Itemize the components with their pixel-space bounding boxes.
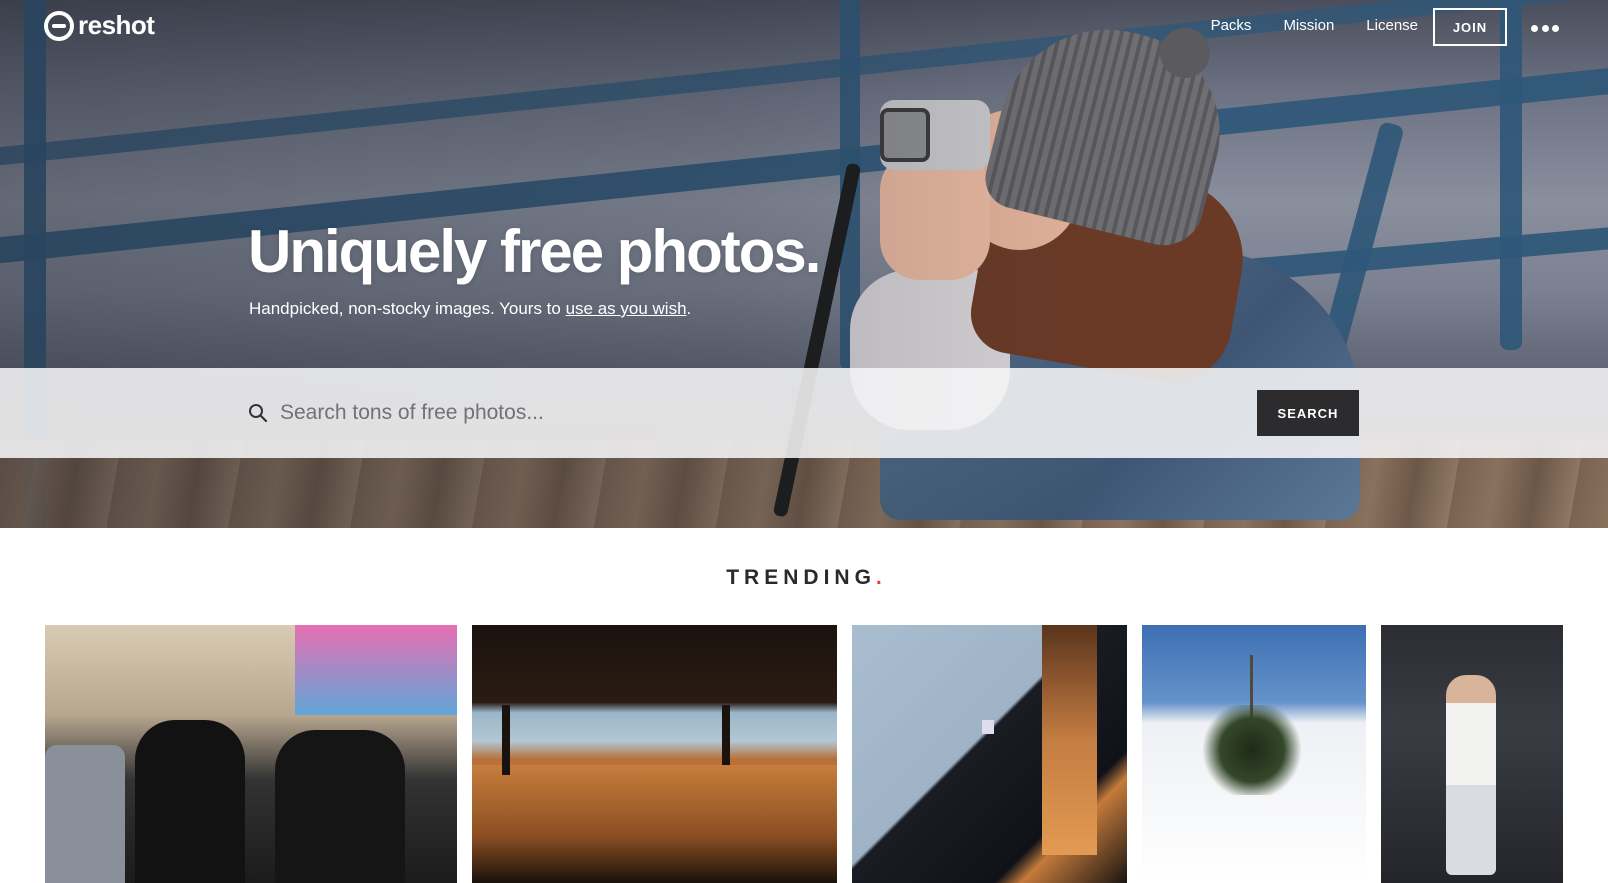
- dot: [1552, 24, 1559, 32]
- nav-link-license[interactable]: License: [1366, 17, 1418, 34]
- search-bar: SEARCH: [0, 368, 1608, 458]
- logo-text: reshot: [78, 10, 155, 40]
- nav-links: Packs Mission License: [1211, 17, 1418, 34]
- top-nav: reshot Packs Mission License JOIN: [0, 0, 1608, 56]
- trending-dot: .: [875, 566, 882, 589]
- photo-detail: [1446, 675, 1496, 875]
- photo-detail: [472, 765, 837, 883]
- search-button[interactable]: SEARCH: [1257, 390, 1359, 436]
- trending-heading: TRENDING.: [0, 566, 1608, 590]
- nav-link-mission[interactable]: Mission: [1283, 17, 1334, 34]
- trending-photo[interactable]: [1381, 625, 1563, 883]
- join-button[interactable]: JOIN: [1433, 8, 1507, 46]
- dot: [1541, 24, 1549, 32]
- search-input[interactable]: [280, 390, 1200, 436]
- photo-detail: [982, 720, 994, 734]
- trending-photo[interactable]: [1142, 625, 1366, 883]
- subline-end: .: [686, 299, 692, 318]
- photo-detail: [295, 625, 457, 715]
- trending-title-text: TRENDING: [726, 566, 876, 589]
- photo-detail: [45, 745, 125, 883]
- photo-detail: [1042, 625, 1097, 855]
- search-icon: [249, 404, 268, 423]
- photo-detail: [722, 705, 730, 765]
- trending-photo[interactable]: [852, 625, 1127, 883]
- nav-link-packs[interactable]: Packs: [1211, 17, 1252, 34]
- more-dots-icon[interactable]: [1531, 18, 1559, 38]
- dot: [1531, 24, 1538, 32]
- photo-detail: [502, 705, 510, 775]
- photo-detail: [135, 720, 245, 883]
- trending-photo[interactable]: [472, 625, 837, 883]
- subline-text: Handpicked, non-stocky images. Yours to: [249, 299, 566, 318]
- trending-photo[interactable]: [45, 625, 457, 883]
- photo-detail: [275, 730, 405, 883]
- hero-headline: Uniquely free photos.: [248, 218, 821, 285]
- use-as-you-wish-link[interactable]: use as you wish: [566, 299, 687, 318]
- photo-detail: [1197, 705, 1307, 795]
- hero-subline: Handpicked, non-stocky images. Yours to …: [249, 299, 691, 319]
- logo-link[interactable]: reshot: [44, 10, 155, 41]
- reshot-logo-icon: [44, 10, 74, 41]
